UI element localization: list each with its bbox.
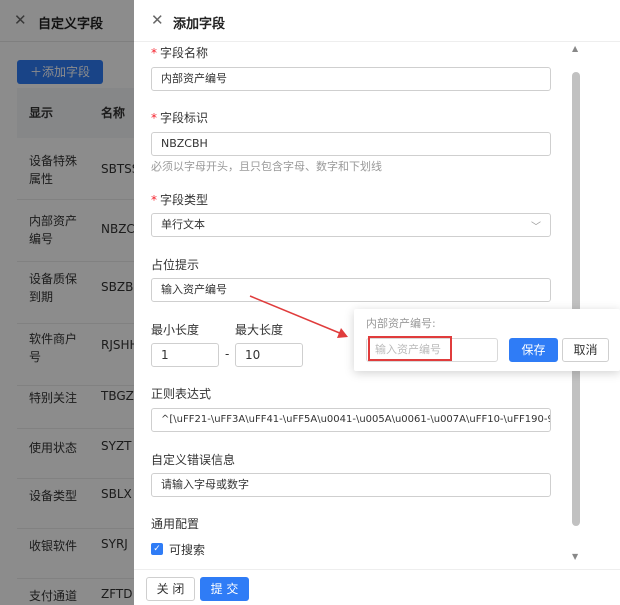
min-length-label: 最小长度 xyxy=(151,323,200,337)
error-message-label: 自定义错误信息 xyxy=(151,453,236,467)
field-id-label-text: 字段标识 xyxy=(160,111,209,125)
submit-button[interactable]: 提 交 xyxy=(200,577,249,601)
regex-label: 正则表达式 xyxy=(151,387,212,401)
placeholder-input[interactable]: 输入资产编号 xyxy=(151,278,551,302)
scrollbar-thumb[interactable] xyxy=(572,72,580,526)
save-button[interactable]: 保存 xyxy=(509,338,558,362)
field-name-label: * 字段名称 xyxy=(151,44,208,61)
cancel-button[interactable]: 取消 xyxy=(562,338,609,362)
searchable-checkbox[interactable]: ✓ xyxy=(151,543,163,555)
chevron-down-icon: ﹀ xyxy=(531,222,541,233)
field-name-input[interactable]: 内部资产编号 xyxy=(151,67,551,91)
scroll-up-icon[interactable]: ▲ xyxy=(572,44,578,53)
add-field-drawer: ✕ 添加字段 * 字段名称 内部资产编号 * 字段标识 NBZCBH 必须以字母开头… xyxy=(134,0,620,605)
drawer-title: 添加字段 xyxy=(173,17,226,32)
regex-input[interactable]: ^[\uFF21-\uFF3A\uFF41-\uFF5A\u0041-\u005… xyxy=(151,408,551,432)
range-separator: - xyxy=(225,347,230,361)
drawer-footer: 关 闭 提 交 xyxy=(134,569,620,605)
max-length-input[interactable]: 10 xyxy=(235,343,303,367)
required-mark: * xyxy=(151,111,157,125)
field-id-input[interactable]: NBZCBH xyxy=(151,132,551,156)
preview-popup: 内部资产编号: 输入资产编号 保存 取消 xyxy=(354,309,620,371)
required-mark: * xyxy=(151,46,157,60)
searchable-label: 可搜索 xyxy=(169,543,206,557)
min-length-input[interactable]: 1 xyxy=(151,343,219,367)
required-mark: * xyxy=(151,193,157,207)
field-type-label: * 字段类型 xyxy=(151,191,208,208)
close-button[interactable]: 关 闭 xyxy=(146,577,195,601)
drawer-body: * 字段名称 内部资产编号 * 字段标识 NBZCBH 必须以字母开头，且只包含字母… xyxy=(134,42,620,569)
preview-field-label: 内部资产编号: xyxy=(366,317,436,330)
field-type-select[interactable]: 单行文本 ﹀ xyxy=(151,213,551,237)
field-id-hint: 必须以字母开头，且只包含字母、数字和下划线 xyxy=(151,160,382,173)
drawer-header: ✕ 添加字段 xyxy=(134,0,620,42)
scroll-down-icon[interactable]: ▼ xyxy=(572,552,578,561)
error-message-input[interactable]: 请输入字母或数字 xyxy=(151,473,551,497)
annotation-highlight-box xyxy=(368,336,452,361)
field-type-label-text: 字段类型 xyxy=(160,193,209,207)
field-type-value: 单行文本 xyxy=(161,218,205,231)
close-icon[interactable]: ✕ xyxy=(151,11,164,29)
field-id-label: * 字段标识 xyxy=(151,109,208,126)
placeholder-label: 占位提示 xyxy=(151,258,200,272)
max-length-label: 最大长度 xyxy=(235,323,284,337)
scrollbar[interactable]: ▲ ▼ xyxy=(571,42,581,569)
field-name-label-text: 字段名称 xyxy=(160,46,209,60)
general-config-label: 通用配置 xyxy=(151,517,200,531)
